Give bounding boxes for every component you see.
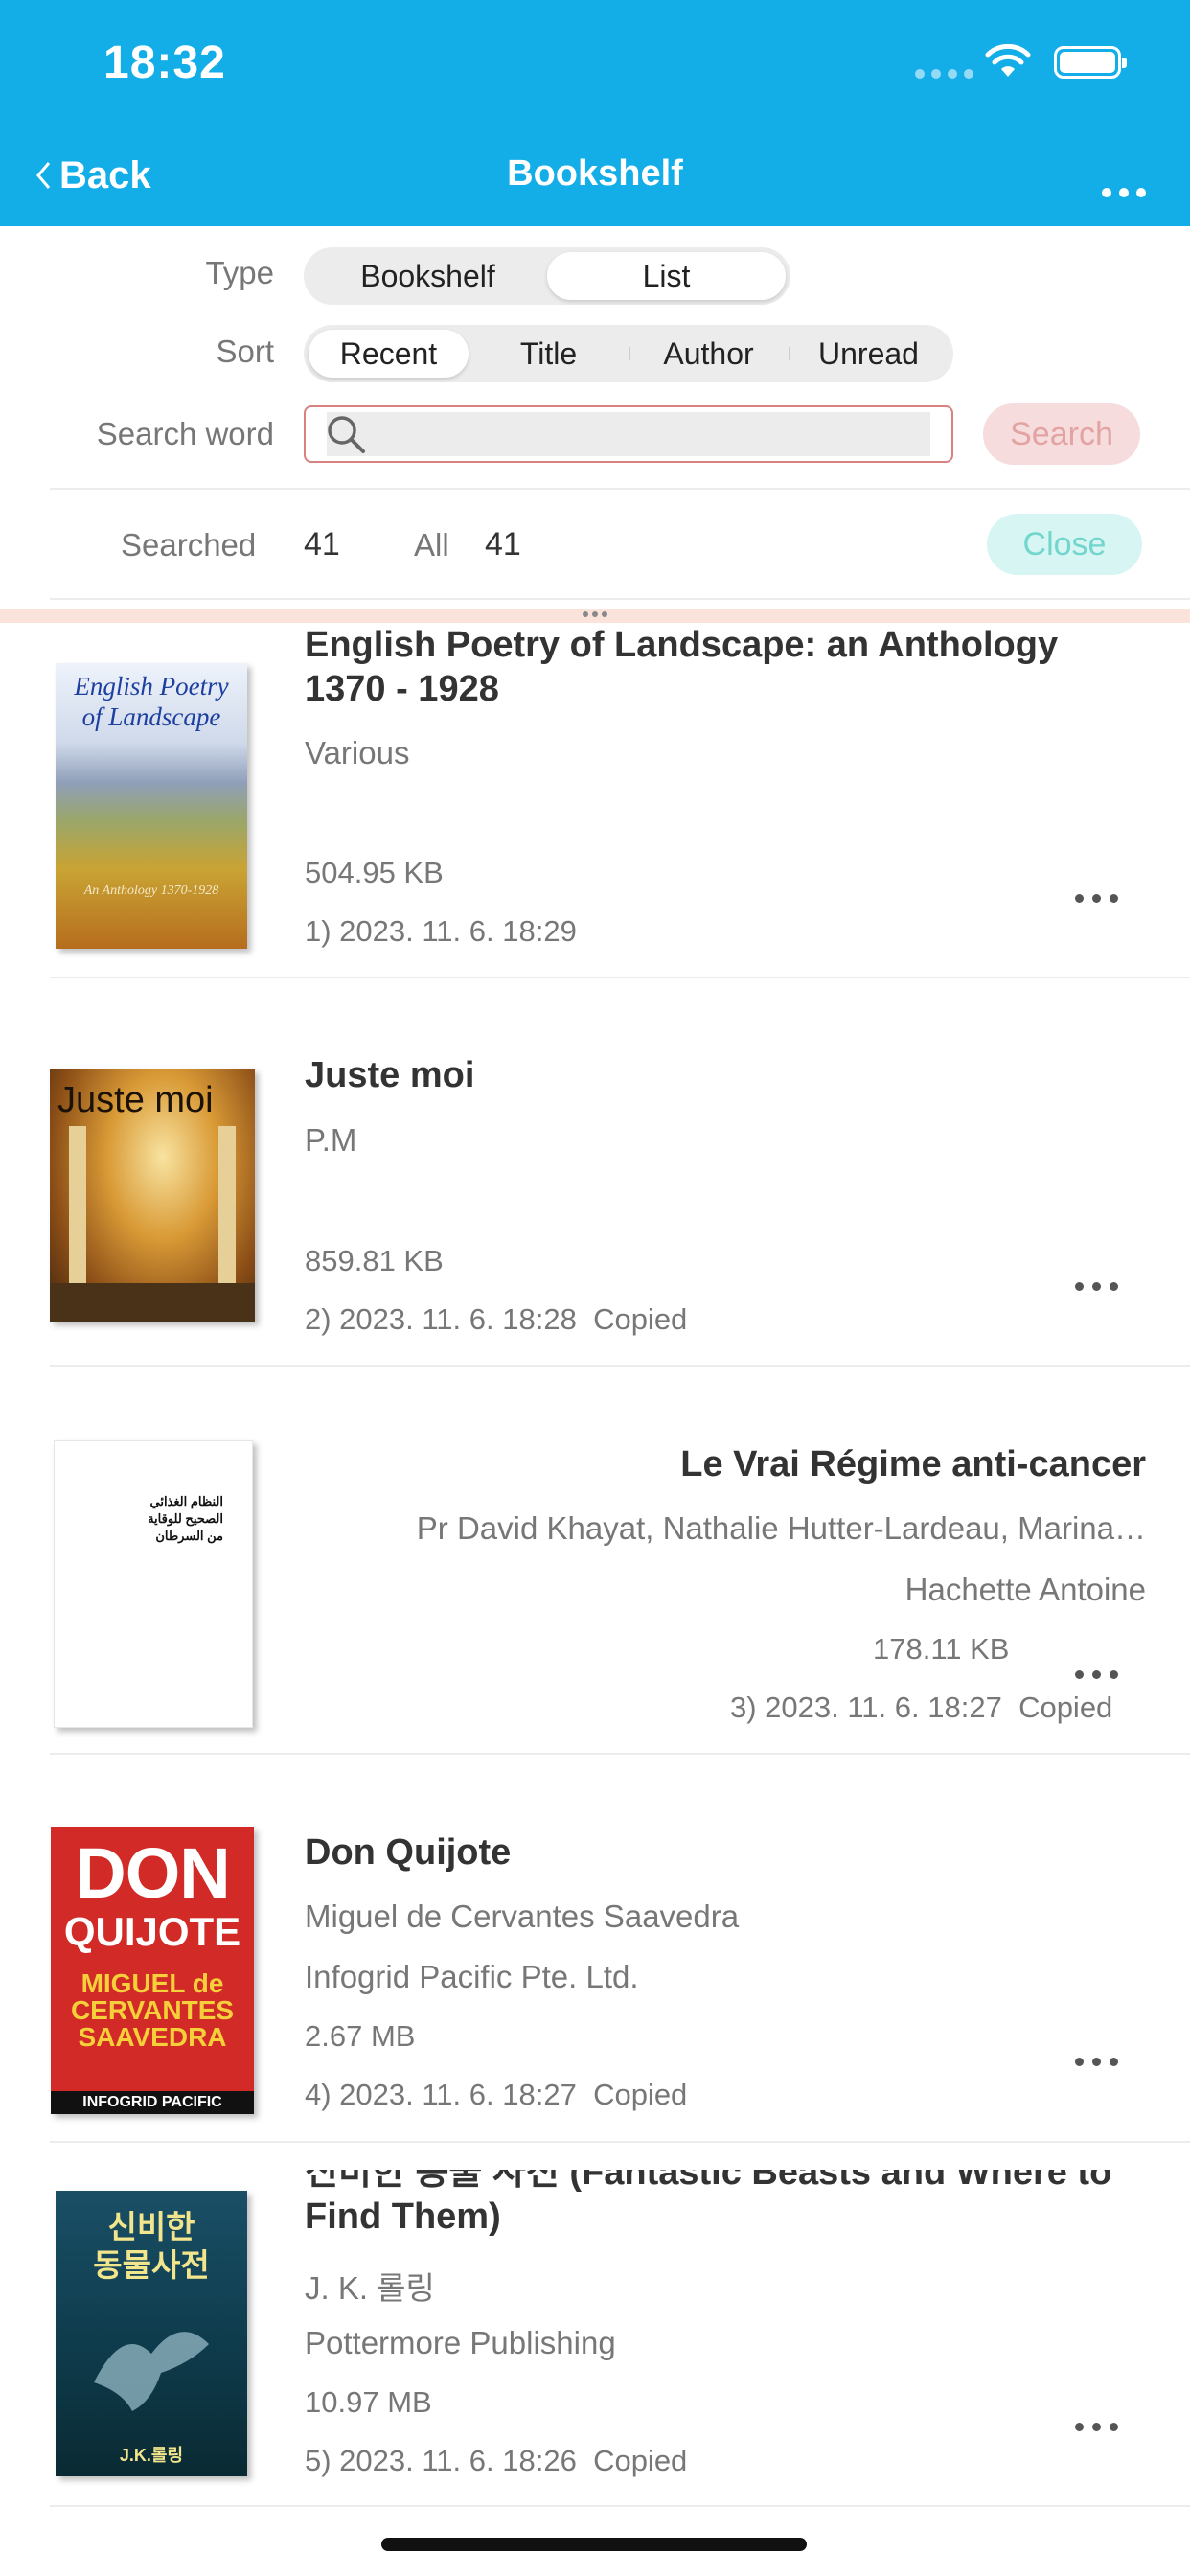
book-title: Juste moi (305, 1055, 475, 1095)
type-segmented-control: Bookshelf List (304, 247, 790, 305)
cellular-signal-icon (915, 69, 973, 79)
book-author: Pr David Khayat, Nathalie Hutter-Lardeau… (416, 1510, 1146, 1546)
row-divider (50, 1365, 1190, 1367)
book-title: 신비한 동물 사전 (Fantastic Beasts and Where to… (305, 2170, 1112, 2237)
cover-title-line: English Poetry (74, 672, 229, 701)
searched-label: Searched (121, 527, 257, 563)
wifi-icon (985, 44, 1031, 77)
book-publisher: Pottermore Publishing (305, 2325, 616, 2360)
cover-title-line: DON (75, 1833, 230, 1913)
book-cover[interactable]: Juste moi (50, 1069, 255, 1322)
book-title: Don Quijote (305, 1832, 512, 1873)
more-options-icon[interactable] (1075, 2058, 1118, 2066)
divider (50, 598, 1190, 600)
book-publisher: Infogrid Pacific Pte. Ltd. (305, 1959, 639, 1994)
more-options-icon[interactable] (1075, 1670, 1118, 1679)
book-date: 1) 2023. 11. 6. 18:29 (305, 914, 577, 948)
home-indicator[interactable] (381, 2538, 807, 2551)
book-cover[interactable]: 신비한 동물사전 J.K.롤링 (56, 2191, 247, 2476)
page-title: Bookshelf (507, 153, 683, 194)
sort-option-author[interactable]: Author (629, 330, 789, 378)
more-options-icon[interactable] (1075, 1282, 1118, 1291)
status-time: 18:32 (103, 37, 226, 88)
cover-title-line: QUIJOTE (63, 1909, 241, 1954)
search-input[interactable] (304, 405, 953, 463)
searched-count: 41 (304, 526, 340, 563)
more-options-icon[interactable] (1075, 894, 1118, 903)
row-divider (50, 1753, 1190, 1755)
hippogriff-illustration (94, 2332, 209, 2411)
type-option-bookshelf[interactable]: Bookshelf (309, 252, 547, 300)
book-date: 3) 2023. 11. 6. 18:27 Copied (730, 1690, 1113, 1724)
search-icon (328, 416, 365, 453)
type-label: Type (205, 255, 274, 290)
book-cover[interactable]: النظام الغذائي الصحيح للوقاية من السرطان (54, 1440, 253, 1728)
row-divider (50, 977, 1190, 978)
book-size: 10.97 MB (305, 2385, 432, 2419)
book-publisher: Hachette Antoine (904, 1572, 1146, 1607)
cover-title: Juste moi (57, 1080, 214, 1120)
all-label: All (414, 527, 449, 563)
battery-icon (1054, 46, 1127, 79)
close-button[interactable]: Close (987, 514, 1142, 575)
cover-subtitle: An Anthology 1370-1928 (83, 884, 219, 898)
book-size: 859.81 KB (305, 1244, 444, 1277)
row-divider (50, 2505, 1190, 2507)
sort-label: Sort (216, 334, 274, 369)
book-date: 5) 2023. 11. 6. 18:26 Copied (305, 2444, 688, 2477)
book-author: J. K. 롤링 (305, 2270, 435, 2306)
book-size: 178.11 KB (873, 1632, 1010, 1666)
book-cover[interactable]: English Poetry of Landscape An Anthology… (56, 663, 247, 949)
search-word-label: Search word (96, 416, 274, 451)
book-author: P.M (305, 1122, 357, 1158)
all-count: 41 (485, 526, 521, 563)
sort-segmented-control: Recent Title Author Unread (304, 325, 953, 382)
book-title: English Poetry of Landscape: an Antholog… (305, 625, 1059, 709)
book-date: 4) 2023. 11. 6. 18:27 Copied (305, 2078, 688, 2111)
book-author: Miguel de Cervantes Saavedra (305, 1898, 740, 1934)
navigation-header: 18:32 Back Bookshelf (0, 0, 1190, 226)
more-options-icon[interactable] (1102, 188, 1146, 197)
search-button[interactable]: Search (983, 403, 1140, 465)
sort-option-title[interactable]: Title (469, 330, 629, 378)
type-option-list[interactable]: List (547, 252, 786, 300)
book-size: 504.95 KB (305, 856, 444, 889)
drag-handle-icon[interactable] (583, 611, 607, 617)
cover-title-line: of Landscape (81, 702, 221, 731)
divider (50, 488, 1190, 490)
book-size: 2.67 MB (305, 2019, 416, 2053)
book-date: 2) 2023. 11. 6. 18:28 Copied (305, 1302, 688, 1336)
sort-option-recent[interactable]: Recent (309, 330, 469, 378)
book-title: Le Vrai Régime anti-cancer (680, 1444, 1146, 1484)
book-cover[interactable]: DON QUIJOTE MIGUEL de CERVANTES SAAVEDRA… (51, 1827, 254, 2114)
row-divider (50, 2141, 1190, 2143)
sort-option-unread[interactable]: Unread (789, 330, 949, 378)
more-options-icon[interactable] (1075, 2423, 1118, 2431)
book-author: Various (305, 735, 410, 770)
